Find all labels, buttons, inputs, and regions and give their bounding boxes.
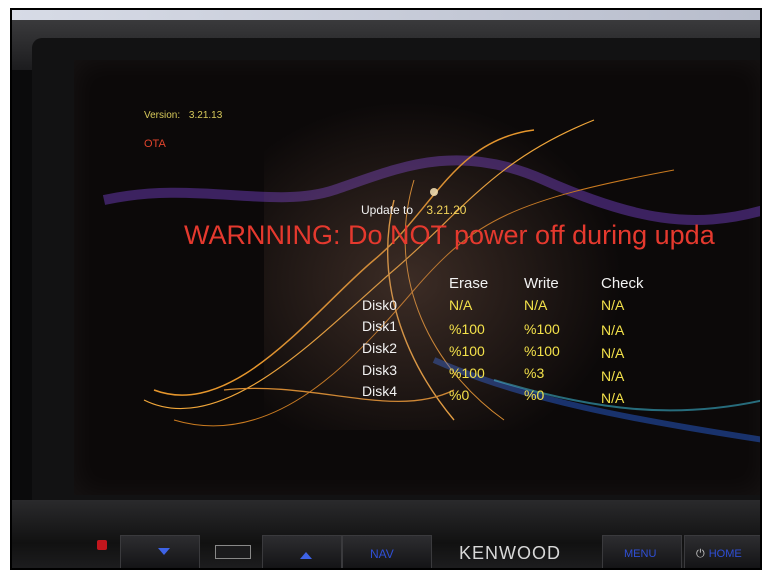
disk-label: Disk2 <box>362 340 398 356</box>
eject-slot[interactable] <box>215 545 251 559</box>
status-led <box>97 540 107 550</box>
update-label: Update to <box>361 203 414 217</box>
menu-label: MENU <box>624 548 657 560</box>
cell-check: N/A <box>601 322 625 338</box>
cell-write: %0 <box>524 387 545 403</box>
cell-erase: N/A <box>449 297 473 313</box>
cell-check: N/A <box>601 297 625 313</box>
header-write: Write <box>524 275 559 292</box>
cell-write: %3 <box>524 365 545 381</box>
cell-check: N/A <box>601 390 625 406</box>
disk-label: Disk1 <box>362 318 398 334</box>
update-target: Update to 3.21.20 <box>361 203 466 217</box>
brand-logo: KENWOOD <box>459 543 562 563</box>
home-label: HOME <box>708 548 742 560</box>
cell-write: N/A <box>524 297 548 313</box>
cell-check: N/A <box>601 345 625 361</box>
cell-check: N/A <box>601 368 625 384</box>
disk-label: Disk0 <box>362 297 398 313</box>
version-info: Version: 3.21.13 <box>144 110 228 121</box>
cell-write: %100 <box>524 343 560 359</box>
nav-label: NAV <box>370 547 394 561</box>
cell-erase: %100 <box>449 321 485 337</box>
photo-frame: Version: 3.21.13 OTA Update to 3.21.20 W… <box>10 8 762 570</box>
disk-label: Disk3 <box>362 362 398 378</box>
cell-write: %100 <box>524 321 560 337</box>
arrow-up-icon <box>300 552 312 559</box>
disk-label: Disk4 <box>362 383 398 399</box>
display-screen: Version: 3.21.13 OTA Update to 3.21.20 W… <box>74 60 760 495</box>
header-check: Check <box>601 275 644 292</box>
warning-message: WARNNING: Do NOT power off during upda <box>184 220 715 250</box>
arrow-down-icon <box>158 548 170 555</box>
home-label-group: ⏻ HOME <box>696 548 742 561</box>
reflection-glare <box>264 100 624 430</box>
ota-label: OTA <box>144 138 166 150</box>
cell-erase: %0 <box>449 387 470 403</box>
top-strip <box>12 10 760 20</box>
version-value: 3.21.13 <box>188 110 223 121</box>
cell-erase: %100 <box>449 343 485 359</box>
cell-erase: %100 <box>449 365 485 381</box>
version-label: Version: <box>144 110 181 121</box>
update-version: 3.21.20 <box>426 203 467 217</box>
header-erase: Erase <box>449 275 489 292</box>
power-icon: ⏻ <box>696 548 705 560</box>
